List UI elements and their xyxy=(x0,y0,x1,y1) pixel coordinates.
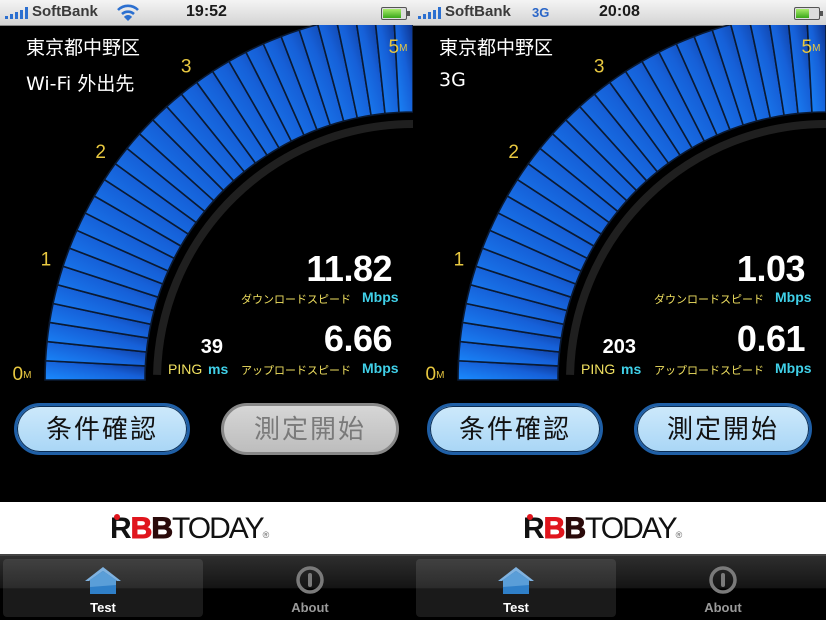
tab-about-label: About xyxy=(704,600,742,615)
gauge-tick-label: 2 xyxy=(508,142,519,163)
gauge-tick-label: 1 xyxy=(454,250,465,271)
upload-speed-value: 0.61 xyxy=(736,318,806,359)
gauge-tick-label: 3 xyxy=(594,57,605,78)
home-icon xyxy=(498,567,534,594)
upload-unit: Mbps xyxy=(362,360,399,376)
gauge-tick-label: 2 xyxy=(95,142,106,163)
upload-speed-label: アップロードスピード xyxy=(654,364,764,377)
rbbtoday-logo: RBBTODAY® xyxy=(523,512,682,546)
ping-value: 203 xyxy=(602,336,636,358)
start-measurement-button[interactable]: 測定開始 xyxy=(221,403,399,455)
tab-bar: Test About xyxy=(413,556,826,620)
tab-test-label: Test xyxy=(503,600,529,615)
status-bar: SoftBank 3G 20:08 xyxy=(413,0,826,26)
download-speed-label: ダウンロードスピード xyxy=(654,293,764,306)
rbbtoday-banner[interactable]: RBBTODAY® xyxy=(0,502,413,556)
ping-unit: ms xyxy=(621,361,642,377)
info-icon xyxy=(296,566,324,594)
battery-icon xyxy=(794,7,823,20)
tab-bar: Test About xyxy=(0,556,413,620)
rbbtoday-banner[interactable]: RBBTODAY® xyxy=(413,502,826,556)
rbbtoday-logo: RBBTODAY® xyxy=(110,512,269,546)
phone-screen-wifi: SoftBank 19:52 東京都中野区 Wi-Fi 外出先 0M12345M… xyxy=(0,0,413,620)
gauge-tick-label: 0M xyxy=(13,364,32,385)
status-time: 19:52 xyxy=(186,3,227,20)
tab-test[interactable]: Test xyxy=(416,559,616,617)
ping-unit: ms xyxy=(208,361,229,377)
phone-screen-3g: SoftBank 3G 20:08 東京都中野区 3G 0M12345M 1.0… xyxy=(413,0,826,620)
gauge-tick-label: 0M xyxy=(426,364,445,385)
status-bar: SoftBank 19:52 xyxy=(0,0,413,26)
tab-about[interactable]: About xyxy=(623,559,823,617)
gauge-tick-label: 1 xyxy=(41,250,52,271)
tab-about-label: About xyxy=(291,600,329,615)
check-conditions-button[interactable]: 条件確認 xyxy=(427,403,603,455)
download-speed-value: 11.82 xyxy=(306,248,392,289)
tab-test[interactable]: Test xyxy=(3,559,203,617)
battery-icon xyxy=(381,7,410,20)
download-unit: Mbps xyxy=(362,289,399,305)
ping-label: PING xyxy=(168,361,203,377)
info-icon xyxy=(709,566,737,594)
ping-label: PING xyxy=(581,361,616,377)
start-measurement-button[interactable]: 測定開始 xyxy=(634,403,812,455)
home-icon xyxy=(85,567,121,594)
gauge-tick-label: 3 xyxy=(181,57,192,78)
download-unit: Mbps xyxy=(775,289,812,305)
download-speed-value: 1.03 xyxy=(736,248,806,289)
status-time: 20:08 xyxy=(599,3,640,20)
check-conditions-button[interactable]: 条件確認 xyxy=(14,403,190,455)
upload-speed-label: アップロードスピード xyxy=(241,364,351,377)
tab-about[interactable]: About xyxy=(210,559,410,617)
ping-value: 39 xyxy=(200,336,223,358)
upload-speed-value: 6.66 xyxy=(323,318,393,359)
upload-unit: Mbps xyxy=(775,360,812,376)
download-speed-label: ダウンロードスピード xyxy=(241,293,351,306)
tab-test-label: Test xyxy=(90,600,116,615)
